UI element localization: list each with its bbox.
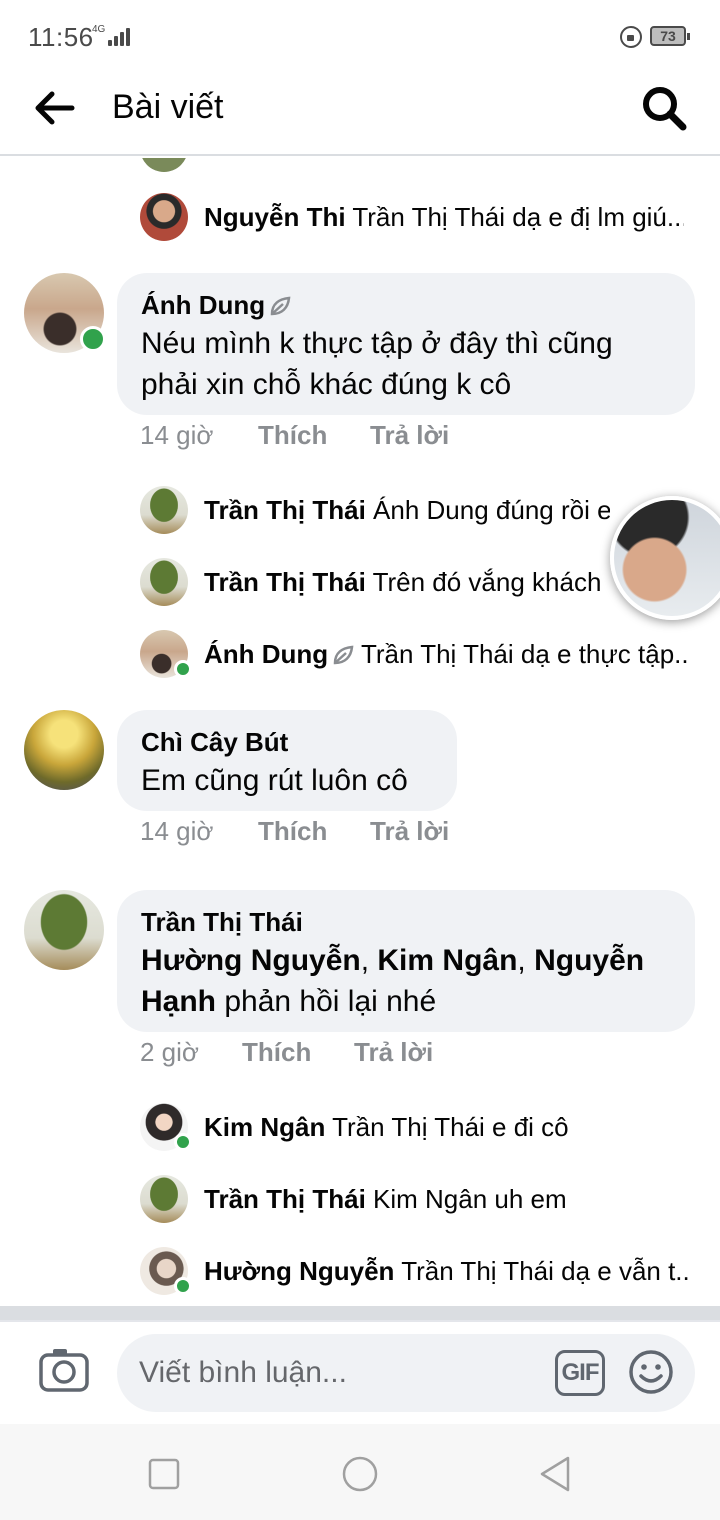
reply-item[interactable]: Ánh Dung Trần Thị Thái dạ e thực tập... (204, 637, 690, 671)
system-nav-bar (0, 1424, 720, 1520)
comment-actions: 14 giờ Thích Trả lời (140, 420, 540, 454)
reply-item[interactable]: Nguyễn Thi Trần Thị Thái dạ e đị lm giú.… (204, 200, 684, 234)
reply-text: Trần Thị Thái dạ e vẫn t... (401, 1256, 690, 1286)
comment-author-name: Ánh Dung (141, 290, 266, 320)
reply-author[interactable]: Trần Thị Thái (204, 495, 366, 525)
avatar[interactable] (140, 558, 188, 606)
mention[interactable]: Hường Nguyễn (141, 944, 361, 977)
camera-icon (39, 1349, 89, 1392)
reply-text: Trần Thị Thái e đi cô (332, 1112, 569, 1142)
comment-bubble[interactable]: Chì Cây Bút Em cũng rút luôn cô (117, 710, 457, 811)
emoji-icon (629, 1350, 673, 1394)
reply-text: Trên đó vắng khách l (372, 567, 610, 597)
reply-button[interactable]: Trả lời (370, 420, 449, 451)
comment-input[interactable] (139, 1334, 559, 1412)
home-button[interactable] (340, 1454, 380, 1494)
reply-text: Kim Ngân uh em (373, 1184, 567, 1214)
page-title: Bài viết (112, 88, 224, 126)
comment-input-container: GIF (117, 1334, 695, 1412)
comment-time: 14 giờ (140, 816, 214, 846)
signal-icon (108, 28, 130, 46)
comment-bubble[interactable]: Trần Thị Thái Hường Nguyễn, Kim Ngân, Ng… (117, 890, 695, 1032)
status-time: 11:56 (28, 22, 94, 52)
comment-author[interactable]: Ánh Dung (141, 287, 671, 323)
comment-text: Hường Nguyễn, Kim Ngân, Nguyễn Hạnh phản… (141, 940, 671, 1022)
mention-separator: , (360, 944, 378, 977)
reply-item[interactable]: Hường Nguyễn Trần Thị Thái dạ e vẫn t... (204, 1254, 690, 1288)
online-indicator (80, 326, 106, 352)
reply-button[interactable]: Trả lời (370, 816, 449, 847)
gif-button[interactable]: GIF (555, 1350, 605, 1396)
comment-bubble[interactable]: Ánh Dung Néu mình k thực tập ở đây thì c… (117, 273, 695, 415)
battery-indicator: 73 (650, 26, 690, 46)
reply-item[interactable]: Trần Thị Thái Kim Ngân uh em (204, 1182, 690, 1216)
reply-button[interactable]: Trả lời (354, 1037, 433, 1068)
app-header: Bài viết (0, 70, 720, 156)
avatar[interactable] (24, 890, 104, 970)
avatar[interactable] (140, 486, 188, 534)
avatar[interactable] (24, 710, 104, 790)
leaf-icon (270, 296, 291, 316)
reply-item[interactable]: Trần Thị Thái Ánh Dung đúng rồi e (204, 493, 610, 527)
camera-button[interactable] (38, 1344, 90, 1396)
reply-item[interactable]: Trần Thị Thái Trên đó vắng khách l (204, 565, 610, 599)
like-button[interactable]: Thích (258, 420, 327, 451)
status-bar: 11:56 4G 73 (0, 0, 720, 70)
online-indicator (174, 660, 192, 678)
comment-author[interactable]: Chì Cây Bút (141, 724, 433, 760)
comment-actions: 14 giờ Thích Trả lời (140, 816, 540, 850)
online-indicator (174, 1277, 192, 1295)
circle-icon (342, 1456, 378, 1492)
search-button[interactable] (640, 84, 688, 132)
reply-author[interactable]: Ánh Dung (204, 639, 354, 669)
comments-feed[interactable]: Nguyễn Thi Trần Thị Thái dạ e đị lm giú.… (0, 158, 720, 1306)
recents-button[interactable] (144, 1454, 184, 1494)
square-icon (148, 1458, 180, 1490)
reply-author[interactable]: Hường Nguyễn (204, 1256, 394, 1286)
reply-author[interactable]: Kim Ngân (204, 1112, 325, 1142)
comment-actions: 2 giờ Thích Trả lời (140, 1037, 540, 1071)
comment-time: 14 giờ (140, 420, 214, 450)
search-icon (643, 87, 687, 131)
avatar[interactable] (140, 193, 188, 241)
network-type: 4G (92, 24, 106, 35)
reply-text: Trần Thị Thái dạ e đị lm giú... (352, 202, 684, 232)
comment-text-rest: phản hồi lại nhé (216, 985, 437, 1018)
avatar[interactable] (140, 158, 188, 172)
comment-author[interactable]: Trần Thị Thái (141, 904, 671, 940)
triangle-back-icon (540, 1456, 570, 1492)
composer-divider (0, 1306, 720, 1322)
back-nav-button[interactable] (536, 1454, 576, 1494)
like-button[interactable]: Thích (258, 816, 327, 847)
leaf-icon (333, 645, 354, 665)
emoji-button[interactable] (627, 1348, 675, 1396)
back-button[interactable] (32, 88, 80, 128)
online-indicator (174, 1133, 192, 1151)
comment-text: Néu mình k thực tập ở đây thì cũng phải … (141, 327, 613, 401)
like-button[interactable]: Thích (242, 1037, 311, 1068)
comment-text: Em cũng rút luôn cô (141, 764, 408, 797)
reply-author[interactable]: Trần Thị Thái (204, 1184, 366, 1214)
comment-time: 2 giờ (140, 1037, 199, 1067)
reply-author[interactable]: Nguyễn Thi (204, 202, 346, 232)
reply-text: Trần Thị Thái dạ e thực tập... (360, 639, 690, 669)
reply-author-name: Ánh Dung (204, 639, 329, 669)
comment-composer: GIF (0, 1322, 720, 1424)
avatar[interactable] (140, 1175, 188, 1223)
reply-text: Ánh Dung đúng rồi e (373, 495, 610, 525)
reply-item[interactable]: Kim Ngân Trần Thị Thái e đi cô (204, 1110, 690, 1144)
mention-separator: , (517, 944, 535, 977)
rotation-lock-icon (620, 26, 642, 48)
arrow-left-icon (35, 91, 75, 125)
reply-author[interactable]: Trần Thị Thái (204, 567, 366, 597)
mention[interactable]: Kim Ngân (377, 944, 517, 977)
